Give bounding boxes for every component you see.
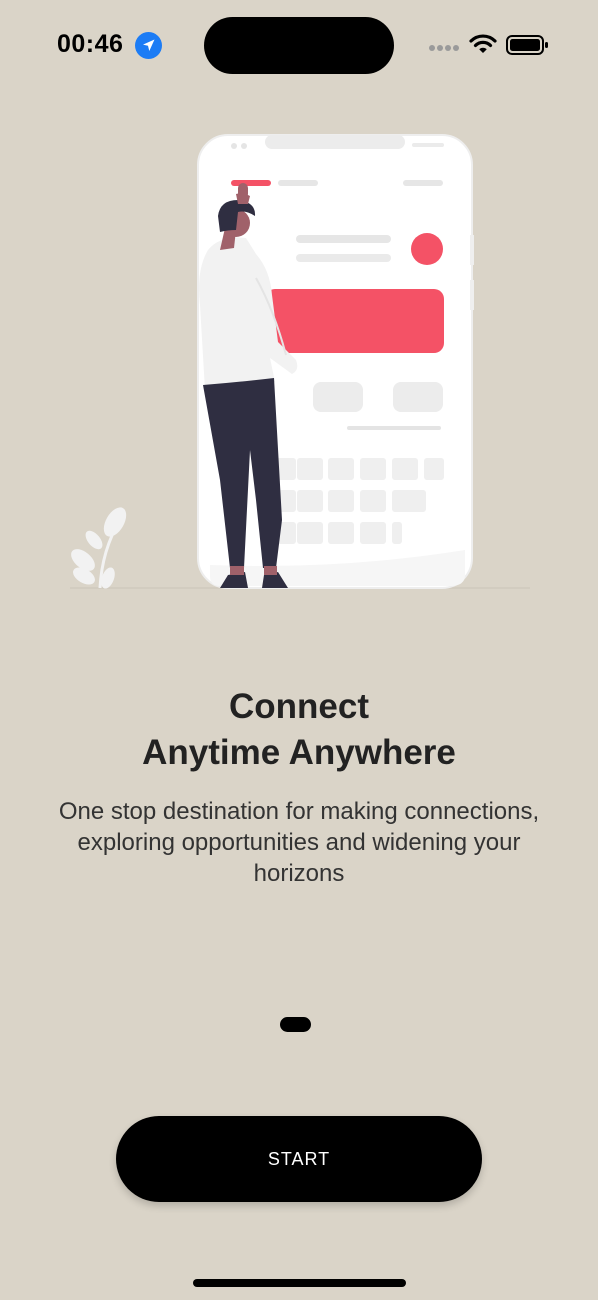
cellular-signal-icon <box>429 45 459 51</box>
location-arrow-icon <box>135 32 162 59</box>
start-button[interactable]: START <box>116 1116 482 1202</box>
plant-decoration <box>71 507 127 589</box>
title-line-2: Anytime Anywhere <box>142 733 456 772</box>
onboarding-illustration <box>70 134 530 589</box>
status-bar: 00:46 <box>0 0 598 90</box>
home-indicator <box>193 1279 406 1287</box>
page-indicator-dot-active <box>280 1017 311 1032</box>
status-time: 00:46 <box>57 30 124 58</box>
battery-icon <box>506 35 548 55</box>
dynamic-island <box>204 17 394 74</box>
title-line-1: Connect <box>229 687 369 726</box>
wifi-icon <box>469 34 497 53</box>
onboarding-subtitle: One stop destination for making connecti… <box>58 798 540 887</box>
onboarding-title: Connect Anytime Anywhere <box>0 684 598 776</box>
